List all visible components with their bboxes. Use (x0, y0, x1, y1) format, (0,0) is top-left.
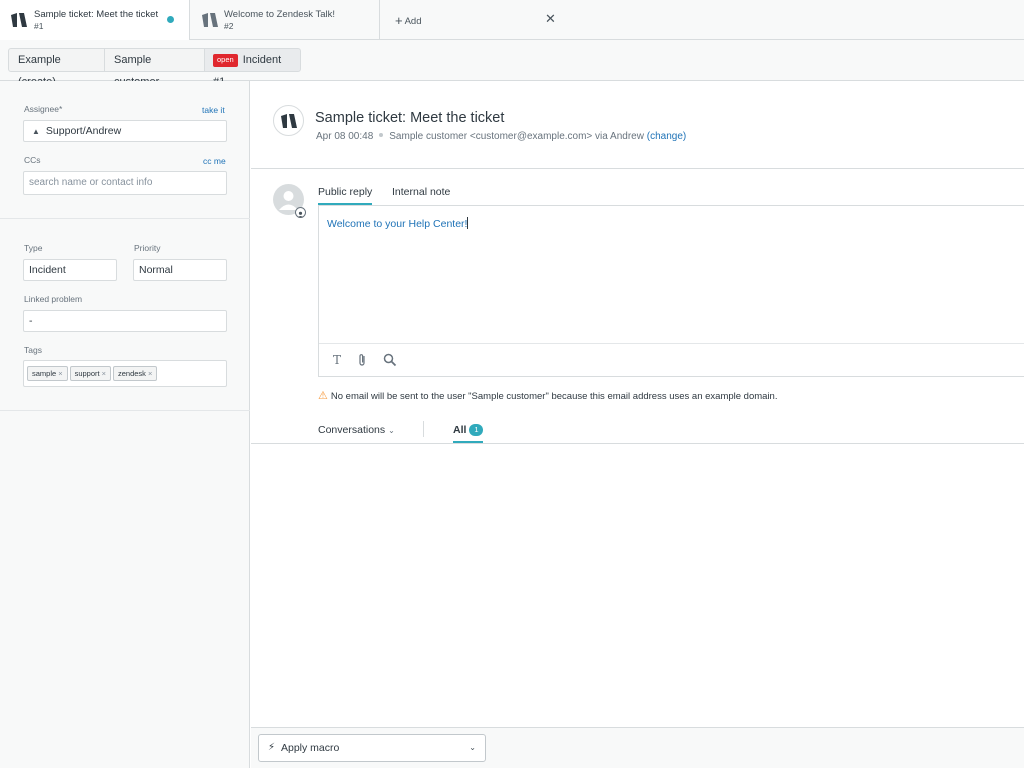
assignee-label: Assignee* (24, 104, 63, 114)
ticket-footer: ⚡ Apply macro ⌄ (251, 727, 1024, 768)
breadcrumb: Example (create) Sample customer openInc… (0, 40, 1024, 88)
divider (423, 421, 424, 437)
tab-title: Welcome to Zendesk Talk! (224, 9, 336, 20)
divider (251, 168, 1024, 169)
ticket-main: Sample ticket: Meet the ticket Apr 08 00… (251, 81, 1024, 768)
tab-title: Sample ticket: Meet the ticket (34, 9, 159, 20)
attachment-icon[interactable] (357, 353, 367, 367)
reply-text-content: Welcome to your Help Center! (327, 218, 468, 230)
tab-number: #2 (224, 21, 234, 31)
warning-text: No email will be sent to the user "Sampl… (330, 391, 778, 402)
linked-problem-select[interactable]: - (23, 310, 227, 332)
count-badge: 1 (469, 424, 484, 436)
divider (0, 410, 250, 411)
reply-editor[interactable]: Welcome to your Help Center! T (318, 205, 1024, 377)
person-icon: ▲ (32, 127, 40, 136)
tab-bar: Sample ticket: Meet the ticket #1 Welcom… (0, 0, 1024, 41)
chevron-down-icon: ⌄ (469, 743, 476, 752)
breadcrumb-ticket[interactable]: openIncident #1 (204, 48, 301, 88)
remove-tag-icon[interactable]: × (148, 369, 152, 378)
ticket-properties-sidebar: Assignee* take it ▲ Support/Andrew CCs cc… (0, 81, 250, 768)
priority-label: Priority (134, 243, 161, 253)
remove-tag-icon[interactable]: × (58, 369, 62, 378)
user-badge-icon (295, 207, 306, 218)
tag-chip: zendesk × (113, 366, 158, 381)
tags-label: Tags (24, 345, 42, 355)
text-caret (467, 217, 469, 229)
text-format-icon[interactable]: T (333, 353, 341, 367)
tag-chip: sample × (27, 366, 68, 381)
conversations-filter[interactable]: Conversations ⌄ (318, 424, 395, 436)
divider (251, 443, 1024, 444)
remove-tag-icon[interactable]: × (102, 369, 106, 378)
ccs-label: CCs (24, 155, 41, 165)
type-select[interactable]: Incident (23, 259, 117, 281)
tab-ticket-1[interactable]: Sample ticket: Meet the ticket #1 (0, 0, 190, 41)
breadcrumb-requester[interactable]: Sample customer (104, 48, 205, 88)
email-warning: ⚠ No email will be sent to the user "Samp… (318, 389, 777, 402)
add-tab-button[interactable]: + Add (395, 13, 422, 28)
divider (0, 218, 250, 219)
ticket-meta: Apr 08 00:48 Sample customer <customer@ex… (316, 131, 686, 142)
editor-toolbar-divider (319, 343, 1024, 344)
assignee-value: Support/Andrew (45, 125, 122, 137)
linked-problem-label: Linked problem (24, 294, 83, 304)
search-icon[interactable] (383, 353, 397, 367)
type-label: Type (24, 243, 43, 253)
zendesk-logo-icon (281, 114, 297, 128)
tag-label: zendesk (118, 369, 146, 378)
status-badge: open (213, 54, 238, 67)
apply-macro-button[interactable]: ⚡ Apply macro ⌄ (258, 734, 486, 762)
close-icon[interactable]: ✕ (545, 11, 556, 27)
tag-label: support (74, 369, 100, 378)
conversations-label: Conversations (318, 424, 386, 436)
apply-macro-label: Apply macro (281, 742, 340, 754)
zendesk-logo-icon (11, 13, 27, 27)
zendesk-logo-icon (202, 13, 218, 27)
warning-icon: ⚠ (318, 390, 328, 402)
ticket-brand-avatar (273, 105, 304, 136)
add-label: Add (404, 16, 422, 27)
tab-public-reply[interactable]: Public reply (318, 186, 373, 206)
cc-me-link[interactable]: cc me (203, 156, 226, 166)
change-requester-link[interactable]: (change) (647, 131, 686, 142)
page-title: Sample ticket: Meet the ticket (315, 110, 505, 126)
breadcrumb-organization[interactable]: Example (create) (8, 48, 105, 88)
assignee-field[interactable]: ▲ Support/Andrew (23, 120, 227, 142)
take-it-link[interactable]: take it (202, 105, 225, 115)
reply-text[interactable]: Welcome to your Help Center! (327, 217, 469, 230)
tag-label: sample (32, 369, 57, 378)
tags-input[interactable]: sample × support × zendesk × (23, 360, 227, 387)
priority-select[interactable]: Normal (133, 259, 227, 281)
tag-chip: support × (69, 366, 111, 381)
tab-internal-note[interactable]: Internal note (392, 186, 450, 198)
tab-all-conversations[interactable]: All 1 (453, 424, 484, 444)
chevron-down-icon: ⌄ (388, 426, 395, 435)
all-label: All (453, 424, 467, 436)
tab-ticket-2[interactable]: Welcome to Zendesk Talk! #2 ✕ (190, 0, 556, 40)
tab-number: #1 (34, 21, 44, 31)
ccs-input[interactable]: search name or contact info (23, 171, 227, 195)
lightning-icon: ⚡ (268, 742, 276, 753)
plus-icon: + (395, 13, 403, 28)
ticket-requester: Sample customer <customer@example.com> v… (389, 131, 644, 142)
unsaved-dot-icon (167, 16, 174, 23)
ticket-date: Apr 08 00:48 (316, 131, 374, 142)
separator-dot (379, 133, 384, 137)
